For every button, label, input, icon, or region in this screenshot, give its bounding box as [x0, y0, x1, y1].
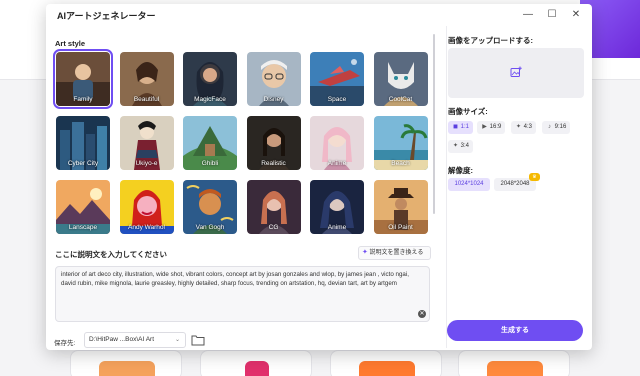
- save-path-value: D:\HitPaw ...Box\AI Art: [89, 336, 155, 343]
- upload-dropzone[interactable]: [448, 48, 584, 98]
- art-style-label: Art style: [55, 39, 86, 48]
- size-option-label: 9:16: [554, 124, 567, 130]
- size-option[interactable]: ✦ 3:4: [448, 140, 474, 153]
- style-tile[interactable]: Ghibli: [183, 116, 237, 170]
- clear-icon[interactable]: ✕: [418, 310, 426, 318]
- style-label: Disney: [263, 96, 284, 103]
- style-tile[interactable]: Anime: [310, 116, 364, 170]
- style-tile[interactable]: Anime: [310, 180, 364, 234]
- size-option-label: 1:1: [460, 124, 470, 130]
- style-tile[interactable]: Family: [53, 49, 113, 109]
- style-tile[interactable]: Andy Warhol: [119, 180, 174, 234]
- style-tile[interactable]: Oil Paint: [373, 180, 428, 234]
- title-bar: AIアートジェネレーター — ☐ ✕: [46, 4, 592, 26]
- style-tile[interactable]: Disney: [246, 52, 301, 106]
- style-label: CoolCat: [388, 96, 413, 103]
- size-option-label: 4:3: [523, 124, 533, 130]
- style-tile[interactable]: Beautiful: [119, 52, 174, 106]
- resolution-label: 解像度:: [448, 166, 473, 175]
- left-panel-scrollbar[interactable]: [433, 34, 435, 214]
- square-ratio-icon: ◼: [453, 124, 458, 130]
- folder-icon[interactable]: [191, 334, 205, 346]
- style-label: Beach: [391, 160, 410, 167]
- background-tool-card: [330, 350, 442, 376]
- generate-button[interactable]: 生成する: [447, 320, 583, 341]
- prompt-textarea[interactable]: interior of art deco city, illustration,…: [55, 266, 430, 322]
- twitter-icon: ✦: [515, 124, 522, 130]
- size-option-label: 3:4: [460, 143, 470, 149]
- replace-description-label: 説明文を置き換える: [369, 250, 424, 256]
- tiktok-icon: ♪: [548, 124, 551, 130]
- size-option[interactable]: ♪ 9:16: [542, 121, 571, 134]
- prompt-text: interior of art deco city, illustration,…: [61, 271, 409, 288]
- style-label: Lanscape: [68, 224, 98, 231]
- background-tool-card: [200, 350, 312, 376]
- style-tile[interactable]: Beach: [373, 116, 428, 170]
- save-path-select[interactable]: D:\HitPaw ...Box\AI Art ⌄: [84, 332, 186, 348]
- background-tool-card: [70, 350, 182, 376]
- style-tile[interactable]: CoolCat: [373, 52, 428, 106]
- size-option[interactable]: ▶ 16:9: [477, 121, 506, 134]
- style-tile[interactable]: Lanscape: [56, 180, 110, 234]
- size-option-label: 16:9: [489, 124, 502, 130]
- style-tile[interactable]: Cyber City: [56, 116, 110, 170]
- chevron-down-icon: ⌄: [174, 337, 180, 343]
- style-label: Ukiyo-e: [135, 160, 158, 167]
- style-label: MagicFace: [194, 96, 226, 103]
- image-size-label: 画像サイズ:: [448, 107, 488, 116]
- style-label: Space: [327, 96, 347, 103]
- youtube-icon: ▶: [482, 124, 487, 130]
- style-label: Family: [73, 96, 93, 103]
- style-label: Realistic: [261, 160, 286, 167]
- resolution-option[interactable]: 1024*1024: [448, 178, 490, 191]
- style-label: CG: [268, 224, 279, 231]
- window-title: AIアートジェネレーター: [57, 11, 156, 21]
- minimize-icon[interactable]: —: [520, 7, 536, 23]
- style-label: Van Gogh: [195, 224, 225, 231]
- style-tile[interactable]: Ukiyo-e: [119, 116, 174, 170]
- resolution-option-label: 1024*1024: [454, 181, 484, 187]
- twitter-icon: ✦: [452, 143, 459, 149]
- resolution-option-label: 2048*2048: [500, 181, 530, 187]
- save-location-label: 保存先:: [54, 340, 76, 347]
- style-label: Beautiful: [133, 96, 160, 103]
- style-tile[interactable]: MagicFace: [183, 52, 237, 106]
- ai-art-dialog: AIアートジェネレーター — ☐ ✕ Art style Family Beau…: [46, 4, 592, 350]
- add-image-icon: [510, 66, 522, 77]
- style-label: Oil Paint: [388, 224, 413, 231]
- style-tile[interactable]: Van Gogh: [183, 180, 237, 234]
- sparkle-icon: ✦: [362, 249, 368, 256]
- upload-label: 画像をアップロードする:: [448, 36, 533, 45]
- close-icon[interactable]: ✕: [568, 7, 584, 23]
- style-label: Anime: [327, 224, 347, 231]
- style-label: Cyber City: [67, 160, 99, 167]
- background-tool-card: [458, 350, 570, 376]
- style-tile[interactable]: Realistic: [246, 116, 301, 170]
- background-tools-row: [60, 350, 580, 376]
- description-label: ここに説明文を入力してください: [55, 250, 168, 259]
- style-tile[interactable]: CG: [246, 180, 301, 234]
- style-label: Anime: [327, 160, 347, 167]
- style-label: Andy Warhol: [128, 224, 165, 231]
- size-option[interactable]: ◼ 1:1: [448, 121, 474, 134]
- style-tile[interactable]: Space: [310, 52, 364, 106]
- style-label: Ghibli: [201, 160, 219, 167]
- replace-description-button[interactable]: ✦ 説明文を置き換える: [358, 246, 431, 260]
- size-option[interactable]: ✦ 4:3: [511, 121, 537, 134]
- maximize-icon[interactable]: ☐: [544, 7, 560, 23]
- premium-badge-icon: ♛: [529, 173, 540, 181]
